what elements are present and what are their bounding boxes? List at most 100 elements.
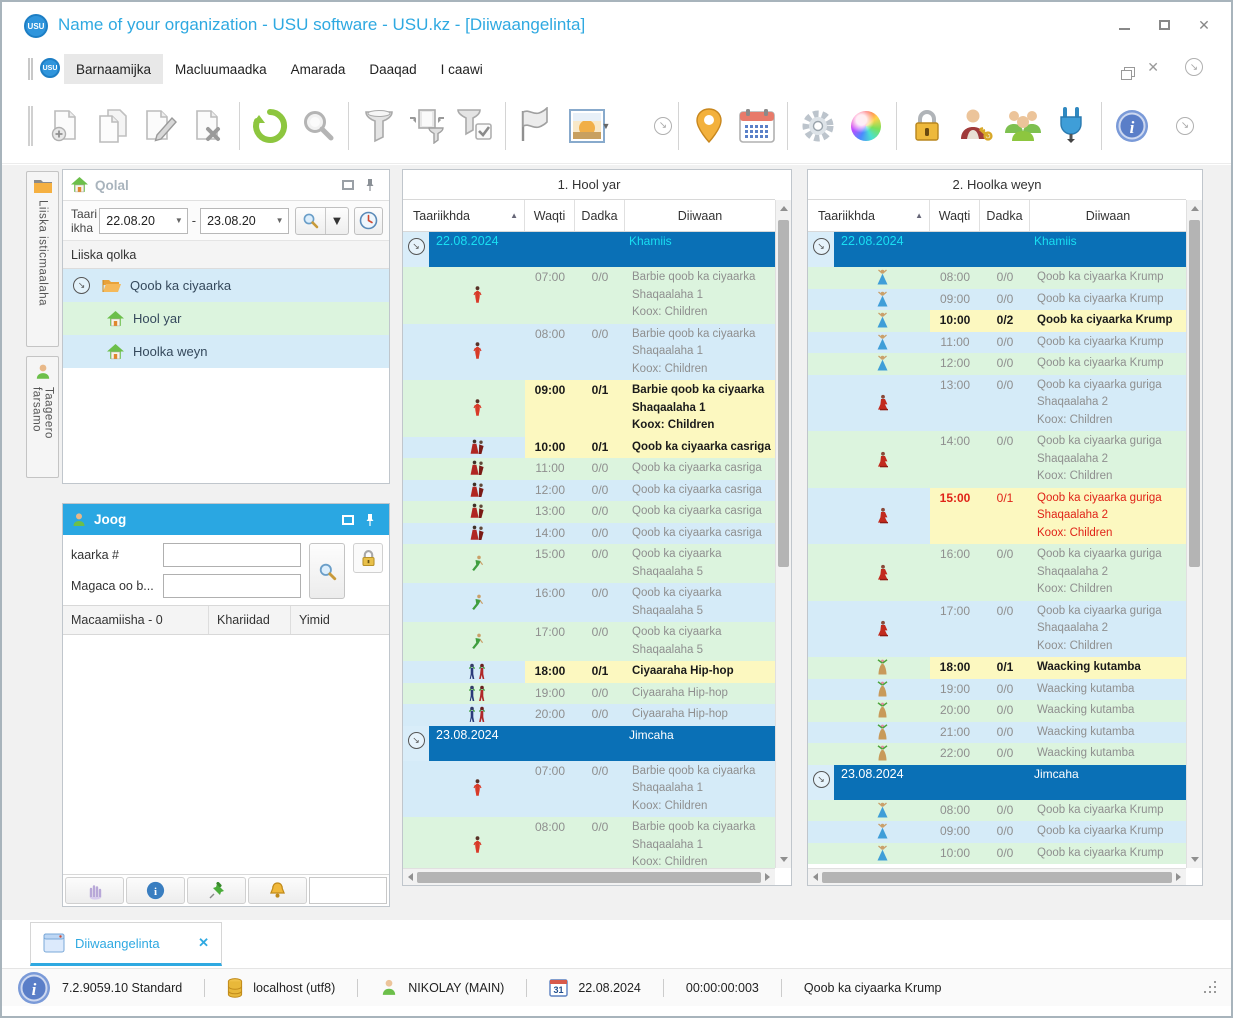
time-button[interactable]: [354, 207, 383, 235]
filter-button[interactable]: [355, 100, 403, 152]
expander-icon[interactable]: ↘: [408, 732, 425, 749]
toolbar-overflow-right-icon[interactable]: ↘: [1176, 117, 1194, 135]
column-header-diiwaan[interactable]: Diiwaan: [1030, 200, 1186, 231]
date-to-combo[interactable]: 23.08.20▼: [200, 208, 288, 234]
joog-maximize-icon[interactable]: [337, 510, 359, 530]
schedule-row[interactable]: 17:000/0Qoob ka ciyaarka guriga Shaqaala…: [808, 601, 1186, 658]
hand-button[interactable]: [65, 877, 124, 904]
schedule-row[interactable]: 09:000/1Barbie qoob ka ciyaarka Shaqaala…: [403, 380, 775, 437]
scroll-thumb[interactable]: [778, 220, 789, 567]
joog-pin-icon[interactable]: [359, 510, 381, 530]
column-header-taariikhda[interactable]: Taariikhda▲: [808, 200, 930, 231]
joog-column-header[interactable]: Yimid: [291, 606, 389, 634]
info-button[interactable]: i: [1108, 100, 1156, 152]
expander-icon[interactable]: ↘: [813, 771, 830, 788]
mdi-overflow-icon[interactable]: ↘: [1185, 58, 1203, 76]
date-group-row[interactable]: ↘22.08.2024Khamiis: [808, 232, 1186, 267]
schedule-row[interactable]: 07:000/0Barbie qoob ka ciyaarka Shaqaala…: [403, 267, 775, 324]
flag-button[interactable]: [512, 100, 560, 152]
schedule-row[interactable]: 20:000/0Waacking kutamba: [808, 700, 1186, 722]
info-button[interactable]: i: [126, 877, 185, 904]
schedule-row[interactable]: 22:000/0Waacking kutamba: [808, 743, 1186, 765]
search-button[interactable]: [294, 100, 342, 152]
menu-item-daaqad[interactable]: Daaqad: [357, 54, 428, 84]
column-header-taariikhda[interactable]: Taariikhda▲: [403, 200, 525, 231]
calendar-button[interactable]: [733, 100, 781, 152]
date-group-row[interactable]: ↘23.08.2024Jimcaha: [403, 726, 775, 761]
schedule-row[interactable]: 18:000/1Waacking kutamba: [808, 657, 1186, 679]
users-group-button[interactable]: [999, 100, 1047, 152]
column-header-diiwaan[interactable]: Diiwaan: [625, 200, 775, 231]
schedule-row[interactable]: 17:000/0Qoob ka ciyaarka Shaqaalaha 5: [403, 622, 775, 661]
tree-item-hoolka-weyn[interactable]: Hoolka weyn: [63, 335, 389, 368]
color-sphere-button[interactable]: [842, 100, 890, 152]
horizontal-scrollbar[interactable]: [403, 868, 775, 885]
date-group-row[interactable]: ↘23.08.2024Jimcaha: [808, 765, 1186, 800]
vertical-scrollbar[interactable]: [775, 200, 791, 868]
schedule-row[interactable]: 15:000/0Qoob ka ciyaarka Shaqaalaha 5: [403, 544, 775, 583]
tab-diiwaangelinta[interactable]: Diiwaangelinta ✕: [30, 922, 222, 966]
schedule-row[interactable]: 09:000/0Qoob ka ciyaarka Krump: [808, 821, 1186, 843]
plug-button[interactable]: [1047, 100, 1095, 152]
new-record-button[interactable]: [41, 100, 89, 152]
toolbar-grip[interactable]: [28, 106, 33, 146]
side-tab-taageero-farsamo[interactable]: Taageero farsamo: [26, 356, 59, 478]
schedule-row[interactable]: 13:000/0Qoob ka ciyaarka casriga: [403, 501, 775, 523]
vertical-scrollbar[interactable]: [1186, 200, 1202, 868]
date-from-combo[interactable]: 22.08.20▼: [99, 208, 187, 234]
schedule-row[interactable]: 08:000/0Barbie qoob ka ciyaarka Shaqaala…: [403, 817, 775, 868]
schedule-row[interactable]: 19:000/0Waacking kutamba: [808, 679, 1186, 701]
horizontal-scrollbar[interactable]: [808, 868, 1186, 885]
expander-icon[interactable]: ↘: [813, 238, 830, 255]
schedule-row[interactable]: 18:000/1Ciyaaraha Hip-hop: [403, 661, 775, 683]
refresh-button[interactable]: [246, 100, 294, 152]
minimize-button[interactable]: [1115, 16, 1133, 34]
bell-button[interactable]: [248, 877, 307, 904]
schedule-row[interactable]: 08:000/0Qoob ka ciyaarka Krump: [808, 267, 1186, 289]
chevron-down-icon[interactable]: ▼: [602, 121, 611, 131]
tree-item-qoob-ka-ciyaarka[interactable]: ↘Qoob ka ciyaarka: [63, 269, 389, 302]
menu-grip[interactable]: [28, 58, 33, 80]
lock-button[interactable]: [903, 100, 951, 152]
scroll-thumb[interactable]: [417, 872, 761, 883]
copy-record-button[interactable]: [89, 100, 137, 152]
joog-search-button[interactable]: [309, 543, 345, 599]
expander-icon[interactable]: ↘: [73, 277, 90, 294]
search-split-button[interactable]: ▼: [295, 207, 350, 235]
close-button[interactable]: ✕: [1195, 16, 1213, 34]
joog-footer-input[interactable]: [309, 877, 387, 904]
column-header-dadka[interactable]: Dadka: [980, 200, 1030, 231]
schedule-row[interactable]: 21:000/0Waacking kutamba: [808, 722, 1186, 744]
schedule-row[interactable]: 19:000/0Ciyaaraha Hip-hop: [403, 683, 775, 705]
maximize-button[interactable]: [1155, 16, 1173, 34]
name-search-input[interactable]: [163, 574, 301, 598]
filter-apply-button[interactable]: [451, 100, 499, 152]
column-header-waqti[interactable]: Waqti: [930, 200, 980, 231]
scroll-thumb[interactable]: [1189, 220, 1200, 567]
joog-column-header[interactable]: Macaamiisha - 0: [63, 606, 209, 634]
schedule-row[interactable]: 20:000/0Ciyaaraha Hip-hop: [403, 704, 775, 726]
scroll-thumb[interactable]: [822, 872, 1172, 883]
edit-record-button[interactable]: [137, 100, 185, 152]
schedule-row[interactable]: 14:000/0Qoob ka ciyaarka casriga: [403, 523, 775, 545]
toolbar-overflow-left-icon[interactable]: ↘: [654, 117, 672, 135]
schedule-row[interactable]: 09:000/0Qoob ka ciyaarka Krump: [808, 289, 1186, 311]
qolal-maximize-icon[interactable]: [337, 175, 359, 195]
settings-gear-button[interactable]: [794, 100, 842, 152]
menu-item-i-caawi[interactable]: I caawi: [429, 54, 495, 84]
delete-record-button[interactable]: [185, 100, 233, 152]
user-key-button[interactable]: [951, 100, 999, 152]
schedule-row[interactable]: 11:000/0Qoob ka ciyaarka casriga: [403, 458, 775, 480]
tree-item-hool-yar[interactable]: Hool yar: [63, 302, 389, 335]
menu-item-amarada[interactable]: Amarada: [279, 54, 358, 84]
customer-list[interactable]: [63, 635, 389, 874]
side-tab-liiska-isticmaalaha[interactable]: Liiska isticmaalaha: [26, 171, 59, 347]
mdi-close-button[interactable]: ✕: [1147, 59, 1159, 76]
date-group-row[interactable]: ↘22.08.2024Khamiis: [403, 232, 775, 267]
joog-column-header[interactable]: Khariidad: [209, 606, 291, 634]
schedule-row[interactable]: 12:000/0Qoob ka ciyaarka casriga: [403, 480, 775, 502]
filter-columns-button[interactable]: [403, 100, 451, 152]
expander-icon[interactable]: ↘: [408, 238, 425, 255]
schedule-row[interactable]: 16:000/0Qoob ka ciyaarka Shaqaalaha 5: [403, 583, 775, 622]
location-pin-button[interactable]: [685, 100, 733, 152]
